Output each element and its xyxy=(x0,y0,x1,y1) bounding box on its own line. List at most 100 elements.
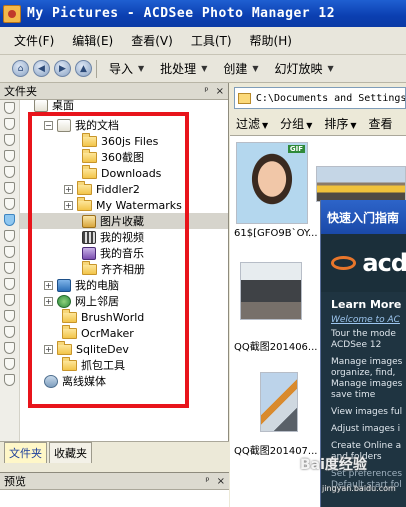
tab-folders[interactable]: 文件夹 xyxy=(4,442,47,463)
tree-item-my-videos[interactable]: 我的视频 xyxy=(82,229,144,245)
path-bar[interactable]: C:\Documents and Settings xyxy=(234,87,406,109)
tree-item-desktop[interactable]: 桌面 xyxy=(34,100,74,113)
shield-icon[interactable] xyxy=(4,214,15,226)
network-icon xyxy=(57,294,71,308)
tree-item-capture-tool[interactable]: 抓包工具 xyxy=(62,356,125,373)
create-button[interactable]: 创建 ▼ xyxy=(215,60,266,77)
tree-item-my-computer[interactable]: + 我的电脑 xyxy=(44,277,119,293)
preview-pane-header: 预览 ᵖ × xyxy=(0,473,229,490)
folder-icon xyxy=(57,340,72,355)
folder-pane: 文件夹 ᵖ × 桌面 − 我的文档 360js Files 360截图 Down… xyxy=(0,83,229,463)
up-icon[interactable]: ▲ xyxy=(75,60,92,77)
thumbnail-image[interactable] xyxy=(260,372,298,432)
acdsee-logo: acd xyxy=(321,234,406,292)
tree-item-360js-files[interactable]: 360js Files xyxy=(82,132,158,149)
shield-icon[interactable] xyxy=(4,278,15,290)
shield-icon[interactable] xyxy=(4,134,15,146)
pin-icon[interactable]: ᵖ xyxy=(205,476,209,487)
forward-icon[interactable]: ▶ xyxy=(54,60,71,77)
logo-text: acd xyxy=(362,249,406,277)
expand-icon[interactable]: + xyxy=(64,200,73,210)
menu-bar: 文件(F) 编辑(E) 查看(V) 工具(T) 帮助(H) xyxy=(0,27,406,55)
slideshow-button[interactable]: 幻灯放映 ▼ xyxy=(267,60,342,77)
shield-icon[interactable] xyxy=(4,198,15,210)
chevron-down-icon: ▼ xyxy=(262,120,269,130)
close-icon[interactable]: × xyxy=(216,86,224,97)
menu-view[interactable]: 查看(V) xyxy=(122,32,182,49)
welcome-link[interactable]: Welcome to AC xyxy=(331,315,406,325)
menu-help[interactable]: 帮助(H) xyxy=(241,32,301,49)
tree-item-brushworld[interactable]: BrushWorld xyxy=(62,308,144,325)
shield-icon[interactable] xyxy=(4,262,15,274)
view-button[interactable]: 查看 xyxy=(363,115,399,132)
sort-button[interactable]: 排序 ▼ xyxy=(318,115,362,132)
close-icon[interactable]: × xyxy=(217,476,225,487)
shield-icon[interactable] xyxy=(4,310,15,322)
shield-icon[interactable] xyxy=(4,182,15,194)
selective-browse-gutter xyxy=(0,100,20,463)
expand-icon[interactable]: + xyxy=(44,344,53,354)
quick-link[interactable]: View images ful xyxy=(331,407,406,418)
quick-link[interactable]: Manage images xyxy=(331,357,406,368)
back-icon[interactable]: ◀ xyxy=(33,60,50,77)
tree-item-360-screenshots[interactable]: 360截图 xyxy=(82,148,144,165)
menu-tools[interactable]: 工具(T) xyxy=(182,32,241,49)
filter-button[interactable]: 过滤 ▼ xyxy=(230,115,274,132)
shield-icon[interactable] xyxy=(4,150,15,162)
tree-item-network[interactable]: + 网上邻居 xyxy=(44,293,119,309)
tab-favorites[interactable]: 收藏夹 xyxy=(49,442,92,463)
tree-item-downloads[interactable]: Downloads xyxy=(82,164,161,181)
desktop-icon xyxy=(34,100,48,112)
tree-item-fiddler2[interactable]: + Fiddler2 xyxy=(64,180,140,197)
tree-item-sqlitedev[interactable]: + SqliteDev xyxy=(44,340,129,357)
music-folder-icon xyxy=(82,246,96,260)
import-button[interactable]: 导入 ▼ xyxy=(101,60,152,77)
acdsee-app-icon[interactable] xyxy=(3,4,21,23)
shield-icon[interactable] xyxy=(4,246,15,258)
menu-edit[interactable]: 编辑(E) xyxy=(63,32,122,49)
shield-icon[interactable] xyxy=(4,374,15,386)
thumbnail-image[interactable] xyxy=(316,166,406,202)
tree-item-my-pictures[interactable]: 图片收藏 xyxy=(20,213,228,229)
folder-icon xyxy=(62,324,77,339)
menu-file[interactable]: 文件(F) xyxy=(0,32,63,49)
offline-media-icon xyxy=(44,374,58,388)
group-button[interactable]: 分组 ▼ xyxy=(274,115,318,132)
shield-icon[interactable] xyxy=(4,358,15,370)
shield-icon[interactable] xyxy=(4,118,15,130)
home-icon[interactable]: ⌂ xyxy=(12,60,29,77)
chevron-down-icon: ▼ xyxy=(306,120,313,130)
computer-icon xyxy=(57,278,71,292)
quick-link[interactable]: Manage images xyxy=(331,379,406,390)
tree-item-qiqi-album[interactable]: 齐齐相册 xyxy=(82,260,145,277)
thumbnail-image[interactable]: GIF xyxy=(236,142,308,224)
shield-icon[interactable] xyxy=(4,326,15,338)
tree-item-my-music[interactable]: 我的音乐 xyxy=(82,245,144,261)
expand-icon[interactable]: + xyxy=(44,280,53,290)
shield-icon[interactable] xyxy=(4,294,15,306)
quick-link[interactable]: Create Online a xyxy=(331,441,406,452)
quick-start-title: 快速入门指南 xyxy=(321,200,406,234)
quick-link[interactable]: Adjust images i xyxy=(331,424,406,435)
shield-icon[interactable] xyxy=(4,230,15,242)
tree-item-my-documents[interactable]: − 我的文档 xyxy=(44,117,119,133)
shield-icon[interactable] xyxy=(4,102,15,114)
shield-icon[interactable] xyxy=(4,166,15,178)
folder-pane-header: 文件夹 ᵖ × xyxy=(0,83,228,100)
toolbar: ⌂ ◀ ▶ ▲ 导入 ▼ 批处理 ▼ 创建 ▼ 幻灯放映 ▼ xyxy=(0,55,406,83)
preview-pane-title: 预览 xyxy=(4,475,26,488)
thumbnail-image[interactable] xyxy=(240,262,302,320)
tree-item-ocrmaker[interactable]: OcrMaker xyxy=(62,324,134,341)
quick-link[interactable]: Tour the mode xyxy=(331,329,406,340)
pictures-folder-icon xyxy=(82,214,96,228)
pin-icon[interactable]: ᵖ xyxy=(204,86,208,97)
expand-icon[interactable]: + xyxy=(64,184,73,194)
expand-icon[interactable]: + xyxy=(44,296,53,306)
tree-item-offline-media[interactable]: 离线媒体 xyxy=(44,373,106,389)
batch-button[interactable]: 批处理 ▼ xyxy=(152,60,215,77)
quick-link-text: ACDSee 12 xyxy=(331,340,382,350)
tree-item-my-watermarks[interactable]: + My Watermarks xyxy=(64,196,182,213)
folder-icon xyxy=(82,260,97,275)
shield-icon[interactable] xyxy=(4,342,15,354)
collapse-icon[interactable]: − xyxy=(44,120,53,130)
